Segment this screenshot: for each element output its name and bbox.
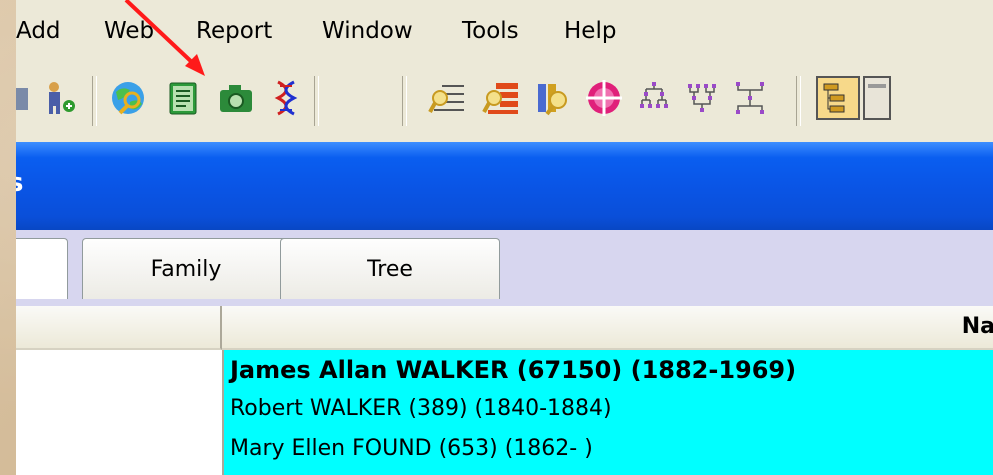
notebook-icon[interactable] [162, 78, 202, 118]
menu-help[interactable]: Help [564, 18, 616, 44]
title-partial: s [16, 168, 23, 198]
column-header-name[interactable]: Na [222, 306, 993, 350]
menu-web[interactable]: Web [104, 18, 154, 44]
app-window: Add Web Report Window Tools Help Family … [16, 0, 993, 475]
menu-bar: Add Web Report Window Tools Help [16, 0, 993, 68]
menu-report[interactable]: Report [196, 18, 272, 44]
add-person-icon[interactable] [40, 78, 80, 118]
column-header-left[interactable] [16, 306, 222, 350]
descendant-tree-icon[interactable] [682, 78, 722, 118]
tab-tree[interactable]: Tree [280, 238, 500, 299]
left-pane [16, 350, 224, 475]
ancestor-tree-icon[interactable] [634, 78, 674, 118]
toolbar [16, 68, 993, 143]
window-title-bar: s [16, 142, 993, 230]
partial-icon[interactable] [16, 78, 36, 118]
list-header: Na [16, 306, 993, 350]
people-list: James Allan WALKER (67150) (1882-1969) R… [224, 350, 993, 475]
toolbar-separator [796, 76, 801, 126]
list-item[interactable]: James Allan WALKER (67150) (1882-1969) [230, 356, 796, 384]
hourglass-tree-icon[interactable] [730, 78, 770, 118]
tab-strip: Family Tree [16, 230, 993, 308]
menu-window[interactable]: Window [322, 18, 413, 44]
target-icon[interactable] [584, 78, 624, 118]
toolbar-separator [92, 76, 97, 126]
list-item[interactable]: Robert WALKER (389) (1840-1884) [230, 396, 612, 421]
menu-add[interactable]: Add [16, 18, 61, 44]
column-header-name-label: Na [961, 314, 993, 339]
menu-tools[interactable]: Tools [462, 18, 519, 44]
tab-active[interactable] [16, 238, 68, 299]
family-search-icon[interactable] [532, 78, 572, 118]
view-toggle-icon[interactable] [816, 76, 860, 120]
partial-icon[interactable] [862, 76, 892, 120]
find-descendants-icon[interactable] [482, 78, 522, 118]
tab-family[interactable]: Family [82, 238, 290, 299]
toolbar-separator [314, 76, 319, 126]
camera-icon[interactable] [216, 78, 256, 118]
dna-icon[interactable] [266, 78, 306, 118]
toolbar-separator [402, 76, 407, 126]
list-item[interactable]: Mary Ellen FOUND (653) (1862- ) [230, 436, 593, 461]
web-search-icon[interactable] [108, 78, 148, 118]
find-ancestors-icon[interactable] [428, 78, 468, 118]
